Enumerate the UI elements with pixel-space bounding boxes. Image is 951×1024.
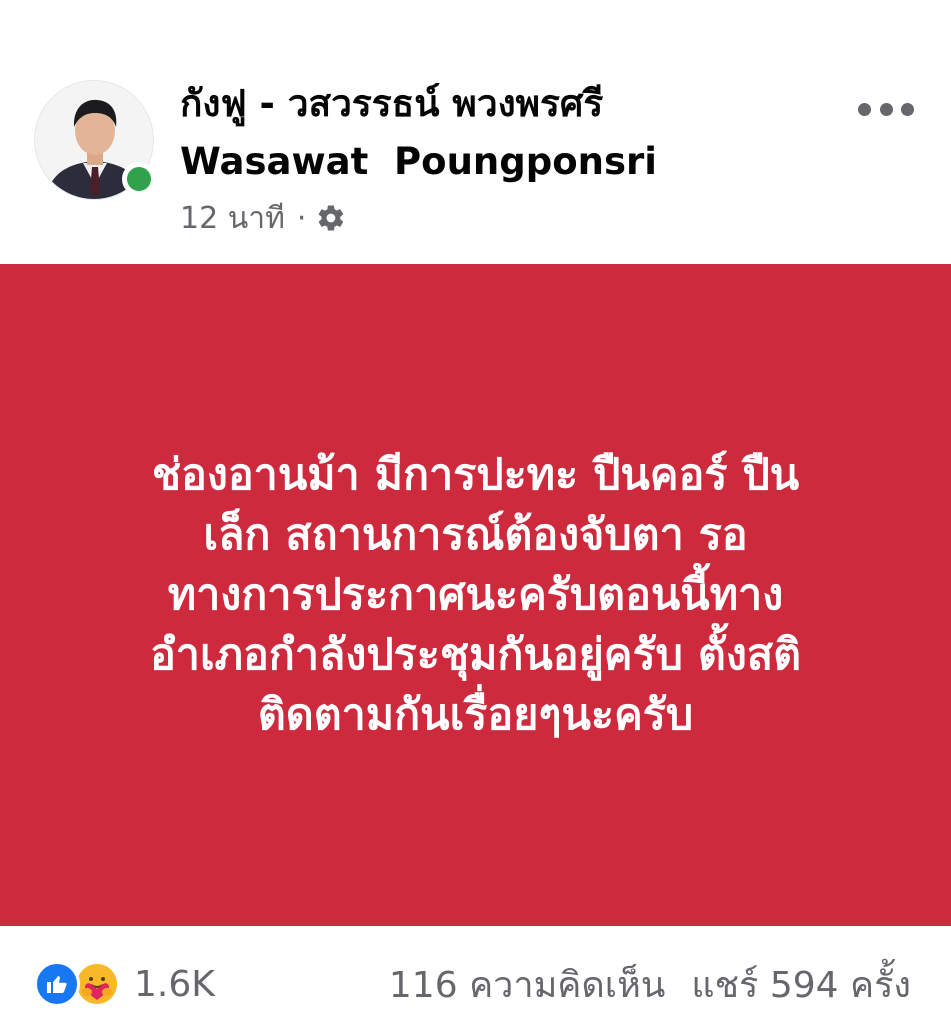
more-dot bbox=[858, 102, 871, 116]
reaction-count: 1.6K bbox=[134, 963, 215, 1005]
post-engagement-bar: 1.6K 116 ความคิดเห็น แชร์ 594 ครั้ง bbox=[0, 926, 951, 1024]
like-reaction-icon bbox=[34, 961, 80, 1007]
more-dot bbox=[879, 102, 893, 116]
post-timestamp[interactable]: 12 นาที bbox=[180, 195, 285, 242]
post-header: กังฟู - วสวรรธน์ พวงพรศรี Wasawat Poungp… bbox=[0, 0, 951, 264]
online-status-indicator bbox=[122, 162, 156, 196]
comments-count-link[interactable]: 116 ความคิดเห็น bbox=[389, 956, 666, 1013]
more-options-icon[interactable] bbox=[858, 92, 914, 126]
shares-count-link[interactable]: แชร์ 594 ครั้ง bbox=[691, 956, 911, 1013]
post-content-background[interactable]: ช่องอานม้า มีการปะทะ ปืนคอร์ ปืน เล็ก สถ… bbox=[0, 264, 951, 926]
reactions-summary[interactable]: 1.6K bbox=[34, 960, 215, 1008]
post-stats: 116 ความคิดเห็น แชร์ 594 ครั้ง bbox=[389, 960, 911, 1008]
gear-icon[interactable] bbox=[316, 203, 346, 233]
post-meta: 12 นาที · bbox=[180, 198, 346, 238]
author-avatar[interactable] bbox=[34, 80, 156, 200]
author-name-thai[interactable]: กังฟู - วสวรรธน์ พวงพรศรี bbox=[180, 82, 603, 126]
post-body-text: ช่องอานม้า มีการปะทะ ปืนคอร์ ปืน เล็ก สถ… bbox=[149, 450, 802, 740]
meta-separator: · bbox=[296, 200, 307, 236]
more-dot bbox=[901, 102, 914, 116]
author-name-english[interactable]: Wasawat Poungponsri bbox=[180, 140, 657, 184]
care-reaction-icon bbox=[74, 961, 120, 1007]
